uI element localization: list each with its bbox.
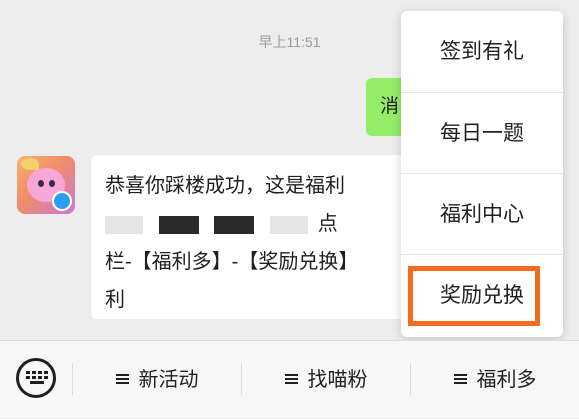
menu-item-welfare-center[interactable]: 福利中心 — [401, 173, 563, 254]
menu-button-new-activity[interactable]: 新活动 — [73, 341, 241, 419]
keyboard-keys — [26, 371, 48, 385]
message-line-4: 利 — [105, 289, 125, 311]
avatar-eye — [49, 180, 55, 187]
menu-lines-icon — [284, 374, 298, 385]
avatar-badge-icon — [52, 191, 72, 211]
menu-button-welfare[interactable]: 福利多 — [411, 341, 579, 419]
menu-lines-icon — [453, 374, 467, 385]
avatar-leaf-decoration — [21, 158, 39, 170]
redacted-block — [158, 215, 199, 234]
menu-item-daily-question[interactable]: 每日一题 — [401, 92, 563, 173]
received-message-bubble[interactable]: 恭喜你踩楼成功，这是福利 点 栏-【福利多】-【奖励兑换】 利 — [91, 155, 421, 319]
menu-button-find-fans[interactable]: 找喵粉 — [242, 341, 410, 419]
message-line-2: 点 — [105, 205, 409, 243]
menu-button-label: 找喵粉 — [307, 369, 368, 391]
message-line-2-text: 点 — [317, 213, 338, 235]
menu-button-label: 福利多 — [476, 369, 537, 391]
menu-button-label: 新活动 — [138, 369, 199, 391]
redacted-block — [105, 215, 143, 234]
popup-submenu: 签到有礼 每日一题 福利中心 奖励兑换 — [401, 11, 563, 337]
message-line-3: 栏-【福利多】-【奖励兑换】 — [105, 251, 359, 273]
official-account-avatar[interactable] — [17, 156, 75, 214]
redacted-block — [269, 215, 308, 234]
avatar-eye — [38, 180, 44, 187]
message-line-1: 恭喜你踩楼成功，这是福利 — [105, 175, 345, 197]
menu-lines-icon — [115, 374, 129, 385]
menu-item-reward-exchange[interactable]: 奖励兑换 — [401, 254, 563, 335]
redacted-block — [214, 215, 255, 234]
keyboard-icon[interactable] — [16, 358, 56, 398]
menu-item-sign-in-gift[interactable]: 签到有礼 — [401, 11, 563, 92]
bottom-menu-bar: 新活动 找喵粉 福利多 — [0, 340, 579, 418]
